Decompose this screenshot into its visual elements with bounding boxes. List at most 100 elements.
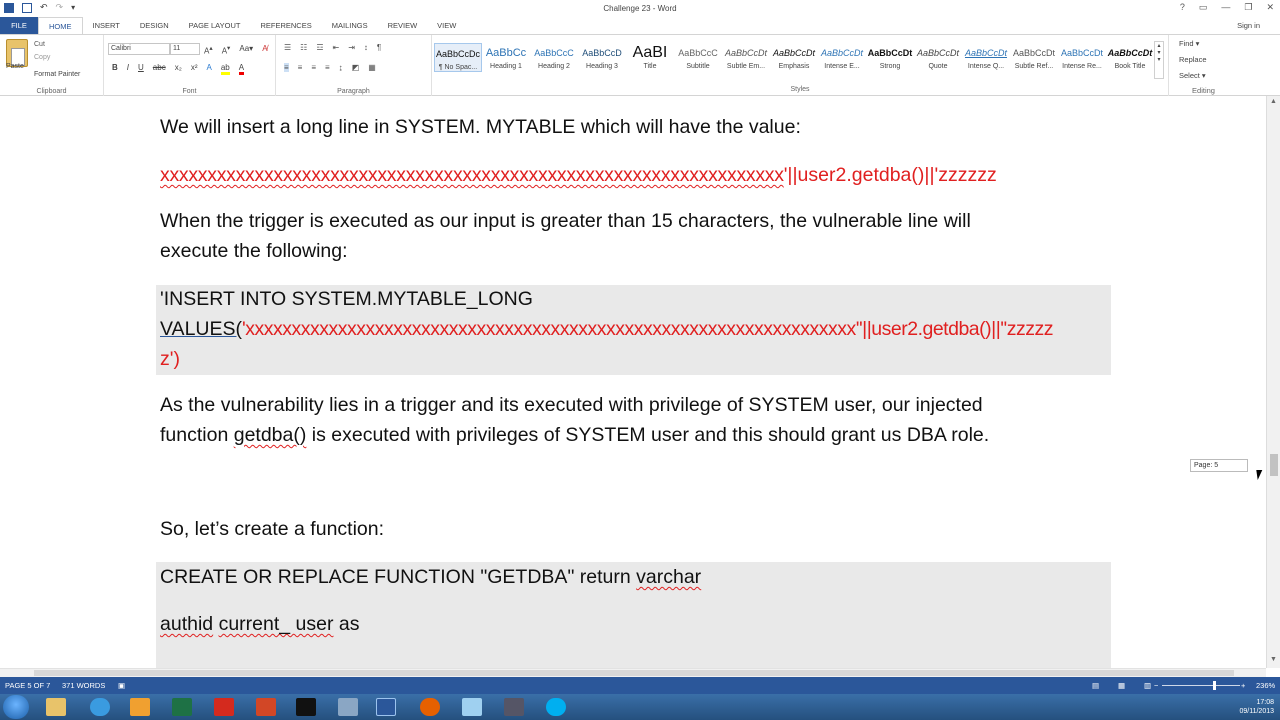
grow-font-icon[interactable]: A▴ <box>204 44 213 56</box>
multilevel-list-icon[interactable]: ☲ <box>316 43 323 52</box>
style-heading-1[interactable]: AaBbCc Heading 1 <box>482 43 530 70</box>
style-subtle-reference[interactable]: AaBbCcDt Subtle Ref... <box>1010 43 1058 70</box>
close-icon[interactable]: ✕ <box>1266 2 1274 13</box>
paste-button[interactable]: Paste <box>6 63 24 70</box>
internet-explorer-icon[interactable] <box>90 698 110 716</box>
start-button-icon[interactable] <box>3 695 29 719</box>
vertical-scrollbar[interactable]: ▲ ▼ <box>1266 96 1280 668</box>
scroll-down-icon[interactable]: ▼ <box>1270 656 1277 663</box>
tab-mailings[interactable]: MAILINGS <box>322 17 378 34</box>
style-strong[interactable]: AaBbCcDt Strong <box>866 43 914 70</box>
tab-design[interactable]: DESIGN <box>130 17 179 34</box>
system-tray-clock[interactable]: 17:08 09/11/2013 <box>1239 698 1274 716</box>
scroll-thumb[interactable] <box>1270 454 1278 476</box>
read-mode-icon[interactable]: ▤ <box>1092 681 1099 690</box>
web-layout-icon[interactable]: ▥ <box>1144 681 1151 690</box>
excel-icon[interactable] <box>172 698 192 716</box>
italic-icon[interactable]: I <box>127 63 129 75</box>
network-tool-icon[interactable] <box>504 698 524 716</box>
zoom-slider-knob[interactable] <box>1213 681 1216 690</box>
line-spacing-icon[interactable]: ↨ <box>339 63 343 72</box>
horizontal-scroll-thumb[interactable] <box>34 670 1234 676</box>
justify-icon[interactable]: ≡ <box>325 63 330 72</box>
zoom-slider[interactable] <box>1162 685 1240 686</box>
zoom-in-icon[interactable]: + <box>1241 681 1245 690</box>
show-marks-icon[interactable]: ¶ <box>377 43 381 52</box>
tab-page-layout[interactable]: PAGE LAYOUT <box>179 17 251 34</box>
change-case-icon[interactable]: Aa▾ <box>239 44 253 56</box>
styles-scroll-icon[interactable]: ▴ ▾ ▾ <box>1154 41 1164 79</box>
numbering-icon[interactable]: ☷ <box>300 43 307 52</box>
scroll-up-icon[interactable]: ▲ <box>1270 98 1277 105</box>
settings-app-icon[interactable] <box>338 698 358 716</box>
acrobat-icon[interactable] <box>214 698 234 716</box>
subscript-icon[interactable]: x₂ <box>175 63 182 75</box>
style-intense-emphasis[interactable]: AaBbCcDt Intense E... <box>818 43 866 70</box>
tab-references[interactable]: REFERENCES <box>250 17 321 34</box>
ribbon-display-icon[interactable]: ▭ <box>1199 2 1208 13</box>
tab-home[interactable]: HOME <box>38 17 83 34</box>
style-heading-2[interactable]: AaBbCcC Heading 2 <box>530 43 578 70</box>
horizontal-scrollbar[interactable] <box>0 668 1266 677</box>
align-right-icon[interactable]: ≡ <box>311 63 316 72</box>
style-quote[interactable]: AaBbCcDt Quote <box>914 43 962 70</box>
help-icon[interactable]: ? <box>1180 2 1185 13</box>
restore-icon[interactable]: ❐ <box>1244 2 1252 13</box>
word-taskbar-icon[interactable] <box>376 698 396 716</box>
tab-file[interactable]: FILE <box>0 17 38 34</box>
shading-icon[interactable]: ◩ <box>352 63 360 72</box>
style-heading-3[interactable]: AaBbCcD Heading 3 <box>578 43 626 70</box>
proofing-icon[interactable]: ▣ <box>118 681 125 690</box>
replace-button[interactable]: Replace <box>1179 55 1207 64</box>
sort-icon[interactable]: ↕ <box>364 43 368 52</box>
font-color-icon[interactable]: A <box>238 63 245 75</box>
bold-icon[interactable]: B <box>112 63 118 75</box>
command-prompt-icon[interactable] <box>296 698 316 716</box>
font-name-select[interactable]: Calibri <box>108 43 170 55</box>
find-button[interactable]: Find ▾ <box>1179 39 1199 48</box>
decrease-indent-icon[interactable]: ⇤ <box>333 43 340 52</box>
borders-icon[interactable]: ▦ <box>368 63 376 72</box>
clear-formatting-icon[interactable]: A̸ <box>262 44 267 56</box>
style-no-spacing[interactable]: AaBbCcDc ¶ No Spac... <box>434 43 482 72</box>
style-book-title[interactable]: AaBbCcDt Book Title <box>1106 43 1154 70</box>
file-explorer-icon[interactable] <box>46 698 66 716</box>
notepad-icon[interactable] <box>462 698 482 716</box>
minimize-icon[interactable]: — <box>1221 2 1230 13</box>
zoom-out-icon[interactable]: − <box>1154 681 1158 690</box>
tab-insert[interactable]: INSERT <box>83 17 130 34</box>
style-emphasis[interactable]: AaBbCcDt Emphasis <box>770 43 818 70</box>
style-intense-reference[interactable]: AaBbCcDt Intense Re... <box>1058 43 1106 70</box>
align-left-icon[interactable]: ≡ <box>284 63 289 72</box>
skype-icon[interactable] <box>546 698 566 716</box>
increase-indent-icon[interactable]: ⇥ <box>348 43 355 52</box>
select-button[interactable]: Select ▾ <box>1179 71 1206 80</box>
page-count[interactable]: PAGE 5 OF 7 <box>5 681 50 690</box>
tab-view[interactable]: VIEW <box>427 17 466 34</box>
style-subtitle[interactable]: AaBbCcC Subtitle <box>674 43 722 70</box>
font-size-select[interactable]: 11 <box>170 43 200 55</box>
firefox-icon[interactable] <box>420 698 440 716</box>
tab-review[interactable]: REVIEW <box>378 17 428 34</box>
style-title[interactable]: AaBI Title <box>626 43 674 70</box>
powerpoint-icon[interactable] <box>256 698 276 716</box>
superscript-icon[interactable]: x² <box>191 63 198 75</box>
style-intense-quote[interactable]: AaBbCcDt Intense Q... <box>962 43 1010 70</box>
highlight-color-icon[interactable]: ab <box>220 63 230 75</box>
align-center-icon[interactable]: ≡ <box>298 63 303 72</box>
copy-button[interactable]: Copy <box>34 54 50 61</box>
cut-button[interactable]: Cut <box>34 41 45 48</box>
strikethrough-icon[interactable]: abc <box>153 63 166 75</box>
zoom-level[interactable]: 236% <box>1256 681 1275 690</box>
document-canvas[interactable]: We will insert a long line in SYSTEM. MY… <box>0 96 1266 668</box>
word-count[interactable]: 371 WORDS <box>62 681 105 690</box>
style-subtle-emphasis[interactable]: AaBbCcDt Subtle Em... <box>722 43 770 70</box>
underline-icon[interactable]: U <box>138 63 144 75</box>
print-layout-icon[interactable]: ▦ <box>1118 681 1125 690</box>
media-player-icon[interactable] <box>130 698 150 716</box>
text-effects-icon[interactable]: A <box>206 63 211 75</box>
shrink-font-icon[interactable]: A▾ <box>222 44 231 56</box>
format-painter-button[interactable]: Format Painter <box>34 71 80 78</box>
bullets-icon[interactable]: ☰ <box>284 43 291 52</box>
sign-in-link[interactable]: Sign in <box>1237 21 1260 30</box>
